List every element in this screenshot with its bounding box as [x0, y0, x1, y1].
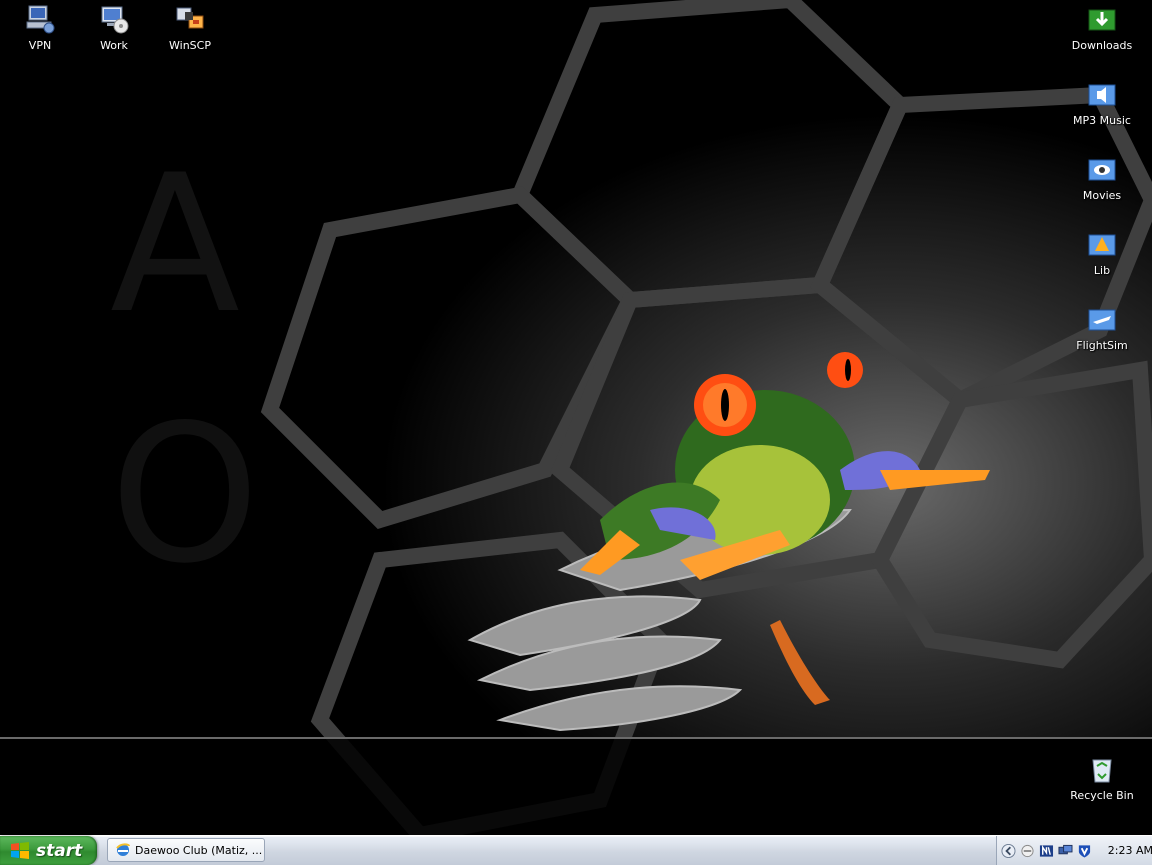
antivirus-v-icon[interactable]: [1077, 843, 1092, 859]
desktop-icon-movies[interactable]: Movies: [1064, 152, 1140, 202]
clock[interactable]: 2:23 AM: [1108, 844, 1152, 857]
volume-icon[interactable]: [1020, 843, 1035, 859]
desktop[interactable]: A O VPN Work WinSCP Downloads MP3 Music …: [0, 0, 1152, 835]
desktop-icon-label: Movies: [1082, 189, 1122, 202]
taskbar: start Daewoo Club (Matiz, ... 2:23 AM: [0, 835, 1152, 865]
desktop-icon-label: Downloads: [1071, 39, 1133, 52]
desktop-icon-winscp[interactable]: WinSCP: [152, 2, 228, 52]
download-folder-icon: [1088, 9, 1116, 31]
chevron-left-icon[interactable]: [1001, 843, 1016, 859]
desktop-icon-work[interactable]: Work: [76, 2, 152, 52]
desktop-icon-label: FlightSim: [1076, 339, 1128, 352]
desktop-icon-mp3-music[interactable]: MP3 Music: [1064, 77, 1140, 127]
desktop-icon-recycle-bin[interactable]: Recycle Bin: [1064, 752, 1140, 802]
svg-text:A: A: [110, 134, 240, 355]
desktop-icon-flightsim[interactable]: FlightSim: [1064, 302, 1140, 352]
desktop-icon-lib[interactable]: Lib: [1064, 227, 1140, 277]
desktop-icon-label: MP3 Music: [1073, 114, 1131, 127]
monitor-disc-icon: [101, 6, 129, 34]
network-icon[interactable]: [1039, 843, 1054, 859]
desktop-icon-label: Work: [100, 39, 128, 52]
system-tray: 2:23 AM: [996, 836, 1152, 865]
windows-logo-icon: [11, 841, 29, 859]
lib-folder-icon: [1088, 234, 1116, 256]
desktop-icon-downloads[interactable]: Downloads: [1064, 2, 1140, 52]
wallpaper-frog-hexagons: A O: [0, 0, 1152, 835]
desktop-icon-vpn[interactable]: VPN: [2, 2, 78, 52]
winscp-icon: [176, 7, 204, 29]
internet-explorer-icon: [116, 843, 130, 856]
music-folder-icon: [1088, 84, 1116, 106]
svg-text:O: O: [110, 384, 260, 605]
recycle-bin-icon: [1092, 759, 1112, 783]
flightsim-folder-icon: [1088, 309, 1116, 331]
desktop-icon-label: WinSCP: [169, 39, 211, 52]
display-icon[interactable]: [1058, 843, 1073, 859]
desktop-icon-label: Lib: [1093, 264, 1111, 277]
start-label: start: [36, 840, 83, 861]
start-button[interactable]: start: [0, 836, 97, 865]
desktop-icon-label: VPN: [28, 39, 52, 52]
network-computer-icon: [26, 5, 55, 34]
taskbar-button-label: Daewoo Club (Matiz, ...: [135, 843, 263, 857]
desktop-icon-label: Recycle Bin: [1070, 789, 1134, 802]
movies-folder-icon: [1088, 159, 1116, 181]
taskbar-button-daewoo-club[interactable]: Daewoo Club (Matiz, ...: [107, 838, 265, 862]
